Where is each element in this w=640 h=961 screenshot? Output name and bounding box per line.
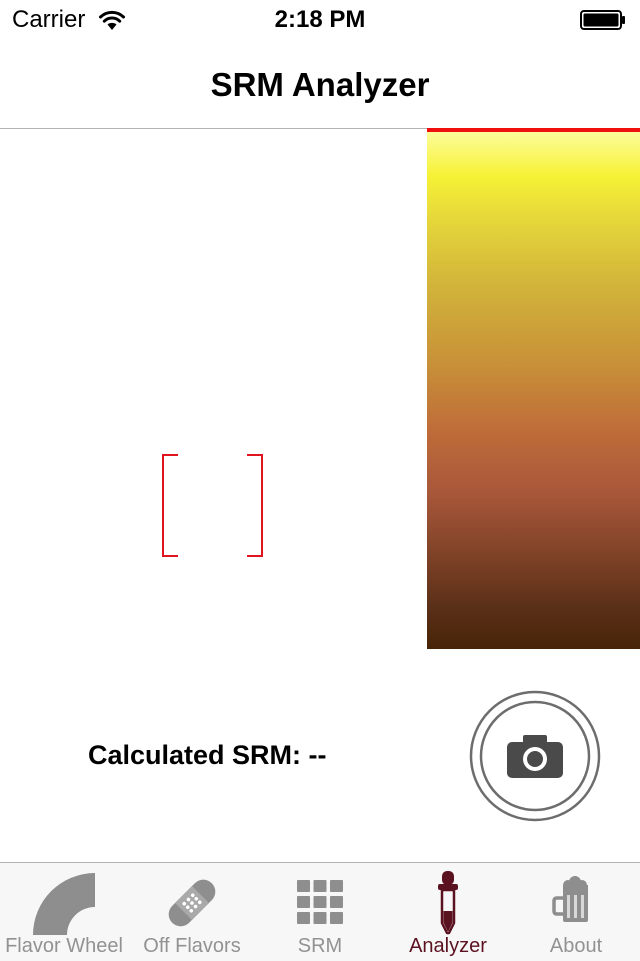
status-bar: Carrier 2:18 PM [0,0,640,40]
sample-reticle-right-bracket [247,454,263,557]
tab-flavor-wheel[interactable]: Flavor Wheel [0,863,128,961]
tab-about[interactable]: About [512,863,640,961]
flavor-wheel-icon [0,871,128,935]
status-time: 2:18 PM [274,6,366,33]
tab-srm[interactable]: SRM [256,863,384,961]
tab-off-flavors[interactable]: Off Flavors [128,863,256,961]
bandage-icon [128,871,256,935]
battery-icon [580,10,626,30]
dropper-icon [384,871,512,935]
tab-bar: Flavor Wheel Off Flavors SRM Analyzer Ab… [0,862,640,961]
tab-label-flavor-wheel: Flavor Wheel [5,935,123,957]
srm-color-scale [427,129,640,649]
beer-mug-icon [512,871,640,935]
grid-icon [256,871,384,935]
calculated-srm-label: Calculated SRM: -- [88,740,327,770]
sample-reticle-left-bracket [162,454,178,557]
tab-label-srm: SRM [297,935,343,957]
camera-preview [0,129,427,649]
tab-label-analyzer: Analyzer [409,935,487,957]
capture-button[interactable] [469,690,601,822]
srm-scale-indicator [427,128,640,132]
tab-label-off-flavors: Off Flavors [143,935,241,957]
navigation-bar: SRM Analyzer [0,40,640,129]
tab-label-about: About [549,935,603,957]
tab-analyzer[interactable]: Analyzer [384,863,512,961]
page-title: SRM Analyzer [210,66,430,103]
